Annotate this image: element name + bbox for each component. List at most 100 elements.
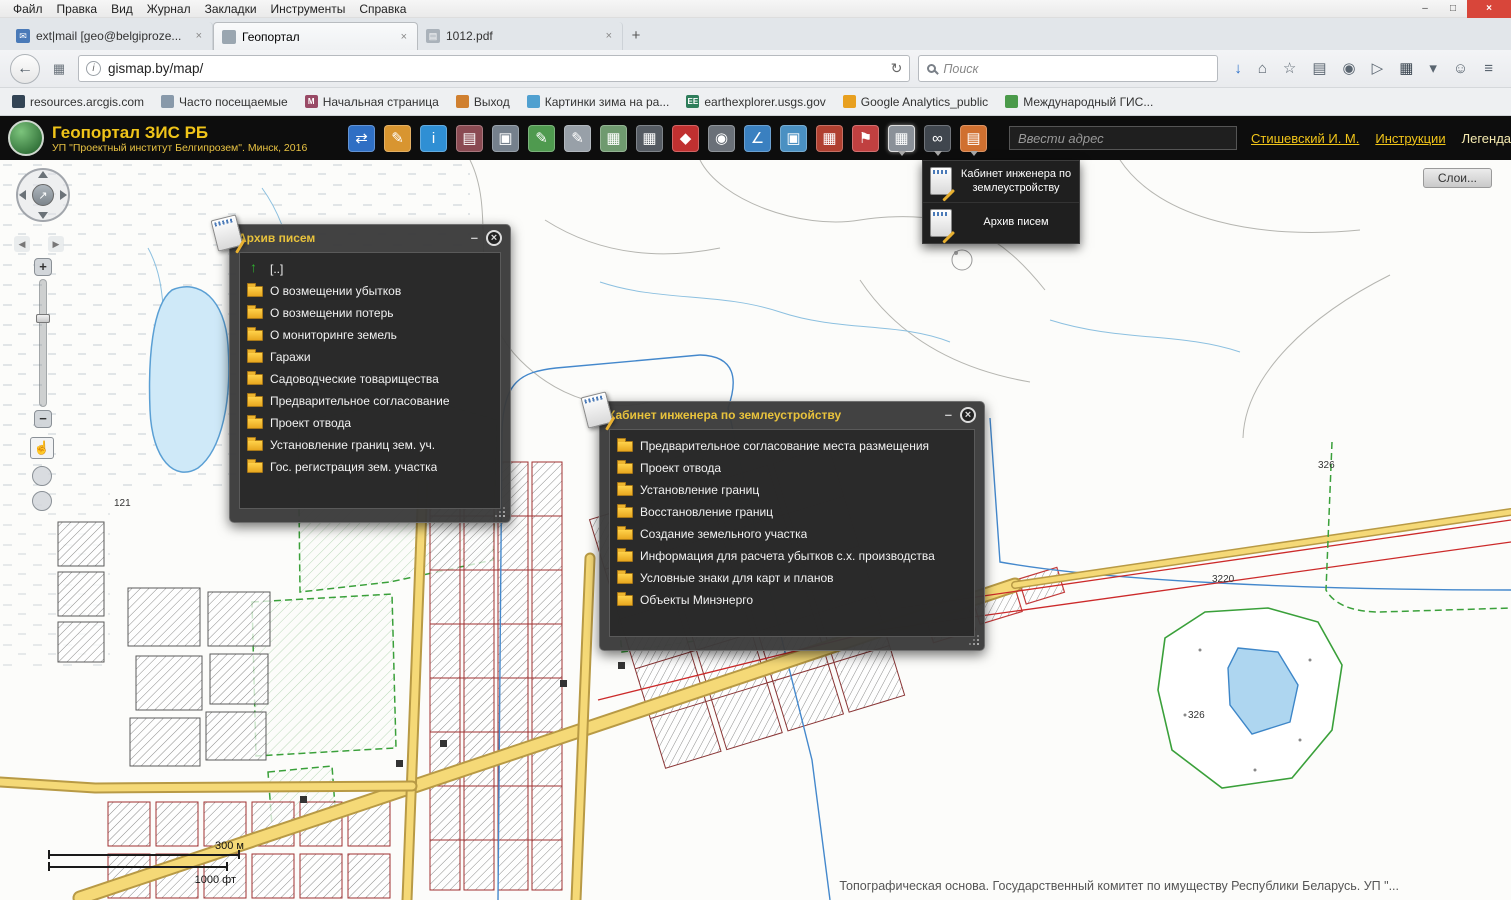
- menu-item[interactable]: Правка: [50, 2, 105, 16]
- folder-row[interactable]: Восстановление границ: [617, 501, 967, 523]
- bookmark-arcgis[interactable]: resources.arcgis.com: [12, 95, 144, 109]
- orange-book-tool-icon[interactable]: ▤: [960, 125, 987, 152]
- zoom-out-button[interactable]: −: [34, 410, 52, 428]
- folder-row[interactable]: О возмещении потерь: [247, 302, 493, 324]
- browser-tab[interactable]: Геопортал ×: [213, 22, 418, 50]
- bookmark-exit[interactable]: Выход: [456, 95, 510, 109]
- window-minimize-button[interactable]: –: [471, 233, 478, 243]
- next-extent-button[interactable]: ▶: [48, 236, 64, 252]
- compass-center-button[interactable]: ↗: [32, 184, 54, 206]
- tab-close-button[interactable]: ×: [399, 31, 409, 43]
- folder-row[interactable]: О мониторинге земель: [247, 324, 493, 346]
- folder-row[interactable]: Установление границ зем. уч.: [247, 434, 493, 456]
- pencil-tool-icon[interactable]: ✎: [384, 125, 411, 152]
- reload-icon[interactable]: ↻: [891, 60, 903, 77]
- window-maximize-button[interactable]: □: [1439, 0, 1467, 18]
- bookmark-frequent[interactable]: Часто посещаемые: [161, 95, 288, 109]
- folder-row[interactable]: Создание земельного участка: [617, 523, 967, 545]
- menu-item[interactable]: Справка: [352, 2, 413, 16]
- star-icon[interactable]: ☆: [1283, 61, 1296, 76]
- folder-row[interactable]: Проект отвода: [617, 457, 967, 479]
- window-close-button[interactable]: ×: [486, 230, 502, 246]
- extension-icon[interactable]: ▦: [1399, 61, 1413, 76]
- dropdown-menu-item[interactable]: Архив писем: [923, 203, 1079, 243]
- folder-row[interactable]: Гаражи: [247, 346, 493, 368]
- menu-item[interactable]: Журнал: [140, 2, 198, 16]
- browser-tab[interactable]: ▤ 1012.pdf ×: [418, 22, 623, 50]
- pan-tool-button[interactable]: ☝: [30, 437, 54, 459]
- bookmark-analytics[interactable]: Google Analytics_public: [843, 95, 988, 109]
- compass-west-icon[interactable]: [19, 190, 26, 200]
- folder-row[interactable]: Установление границ: [617, 479, 967, 501]
- folder-row[interactable]: Объекты Минэнерго: [617, 589, 967, 611]
- window-titlebar[interactable]: Архив писем – ×: [230, 225, 510, 251]
- window-titlebar[interactable]: Кабинет инженера по землеустройству – ×: [600, 402, 984, 428]
- reading-list-icon[interactable]: ▤: [1312, 61, 1326, 76]
- menu-item[interactable]: Закладки: [198, 2, 264, 16]
- folder-row[interactable]: [..]: [247, 258, 493, 280]
- bookmark-pictures[interactable]: Картинки зима на ра...: [527, 95, 670, 109]
- bricks-tool-icon[interactable]: ▦: [816, 125, 843, 152]
- folder-row[interactable]: Информация для расчета убытков с.х. прои…: [617, 545, 967, 567]
- map-extra-button-1[interactable]: [32, 466, 52, 486]
- bookmark-home[interactable]: M Начальная страница: [305, 95, 439, 109]
- window-close-button[interactable]: ×: [1467, 0, 1511, 18]
- zoom-slider-handle[interactable]: [36, 314, 50, 323]
- browser-tab[interactable]: ✉ ext|mail [geo@belgiproze... ×: [8, 22, 213, 50]
- layers-button[interactable]: Слои...: [1423, 168, 1492, 188]
- compass-east-icon[interactable]: [60, 190, 67, 200]
- back-button[interactable]: ←: [10, 54, 40, 84]
- address-input[interactable]: [1009, 126, 1237, 150]
- binoculars-tool-icon[interactable]: ∞: [924, 125, 951, 152]
- info-tool-icon[interactable]: i: [420, 125, 447, 152]
- tab-close-button[interactable]: ×: [194, 30, 204, 42]
- legend-link[interactable]: Легенда: [1462, 131, 1511, 146]
- emoji-addon-icon[interactable]: ☺: [1453, 61, 1468, 76]
- menu-item[interactable]: Файл: [6, 2, 50, 16]
- instructions-link[interactable]: Инструкции: [1375, 131, 1445, 146]
- doc-edit-tool-icon[interactable]: ✎: [564, 125, 591, 152]
- home-icon[interactable]: ⌂: [1258, 61, 1267, 76]
- menu-item[interactable]: Инструменты: [264, 2, 353, 16]
- pocket-icon[interactable]: ◉: [1343, 61, 1356, 76]
- camera-tool-icon[interactable]: ◉: [708, 125, 735, 152]
- downloads-icon[interactable]: ↓: [1234, 61, 1242, 76]
- url-input[interactable]: [108, 61, 884, 76]
- bookmark-earthexplorer[interactable]: EE earthexplorer.usgs.gov: [686, 95, 825, 109]
- measure-tool-icon[interactable]: ∠: [744, 125, 771, 152]
- user-link[interactable]: Стишевский И. М.: [1251, 131, 1359, 146]
- tab-close-button[interactable]: ×: [604, 30, 614, 42]
- journal-tool-icon[interactable]: ▤: [456, 125, 483, 152]
- resize-grip[interactable]: [970, 636, 979, 645]
- site-info-icon[interactable]: i: [86, 61, 101, 76]
- folder-row[interactable]: Предварительное согласование места разме…: [617, 435, 967, 457]
- shield-tool-icon[interactable]: ◆: [672, 125, 699, 152]
- zoom-slider[interactable]: [39, 279, 47, 407]
- folder-row[interactable]: Предварительное согласование: [247, 390, 493, 412]
- print-tool-icon[interactable]: ▣: [492, 125, 519, 152]
- geoportal-logo-icon[interactable]: [8, 120, 44, 156]
- folder-row[interactable]: Условные знаки для карт и планов: [617, 567, 967, 589]
- window-minimize-button[interactable]: –: [1411, 0, 1439, 18]
- compass-south-icon[interactable]: [38, 212, 48, 219]
- menu-item[interactable]: Вид: [104, 2, 140, 16]
- share-icon[interactable]: ▷: [1372, 61, 1384, 76]
- database-tool-icon[interactable]: ▦: [636, 125, 663, 152]
- new-tab-button[interactable]: +: [623, 24, 649, 48]
- window-minimize-button[interactable]: –: [945, 410, 952, 420]
- pan-arrows-tool-icon[interactable]: ⇄: [348, 125, 375, 152]
- folder-row[interactable]: Гос. регистрация зем. участка: [247, 456, 493, 478]
- window-close-button[interactable]: ×: [960, 407, 976, 423]
- flag-tool-icon[interactable]: ⚑: [852, 125, 879, 152]
- engineer-cabinet-menu-icon[interactable]: ▦: [888, 125, 915, 152]
- overflow-caret-icon[interactable]: ▾: [1429, 61, 1437, 76]
- bookmark-gis[interactable]: Международный ГИС...: [1005, 95, 1153, 109]
- folder-row[interactable]: Садоводческие товарищества: [247, 368, 493, 390]
- zoom-in-button[interactable]: +: [34, 258, 52, 276]
- map-extra-button-2[interactable]: [32, 491, 52, 511]
- folder-row[interactable]: Проект отвода: [247, 412, 493, 434]
- folder-row[interactable]: О возмещении убытков: [247, 280, 493, 302]
- compass-control[interactable]: ↗: [16, 168, 70, 222]
- compass-north-icon[interactable]: [38, 171, 48, 178]
- grid-icon[interactable]: ▦: [48, 58, 70, 80]
